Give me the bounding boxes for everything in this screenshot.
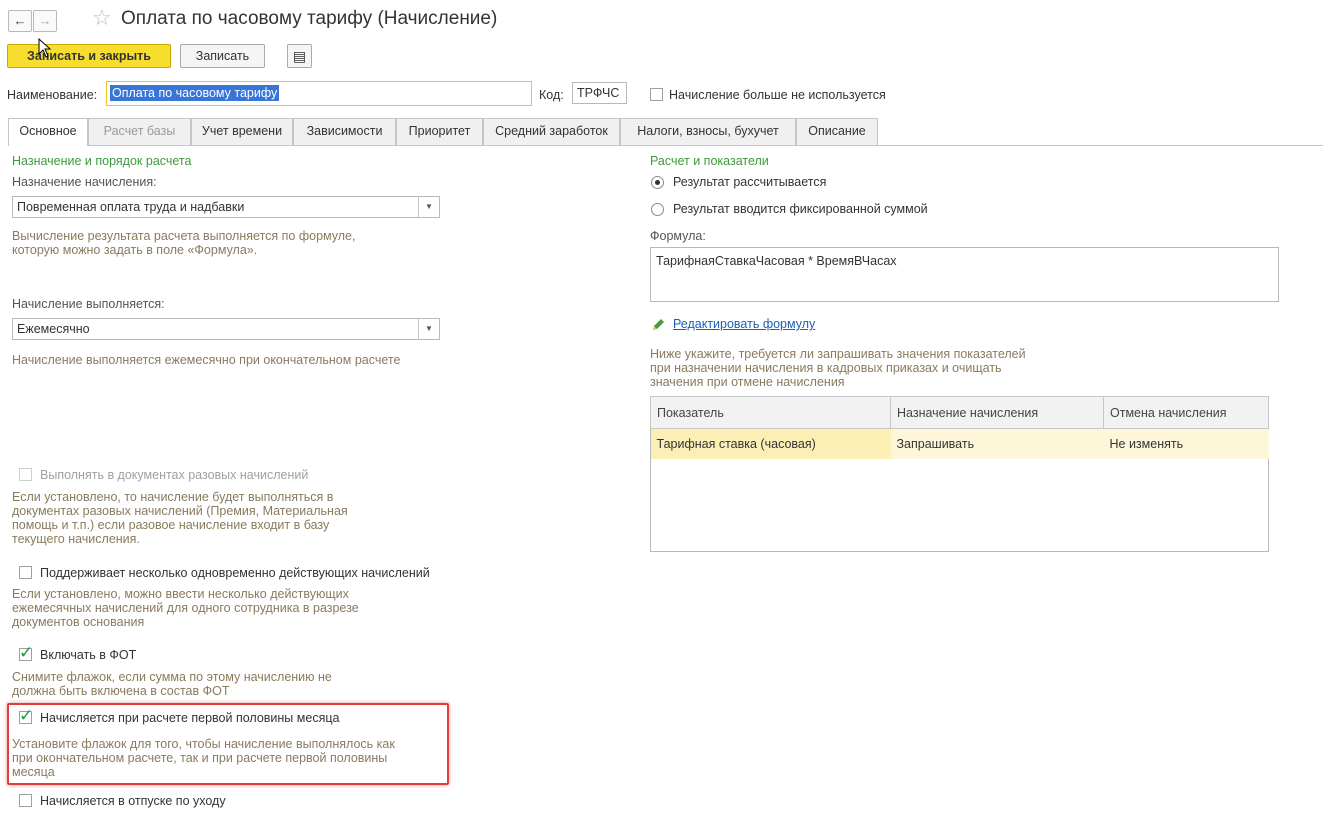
period-select[interactable]: Ежемесячно ▼ bbox=[12, 318, 440, 340]
radio-calculated[interactable] bbox=[651, 176, 664, 189]
unused-label: Начисление больше не используется bbox=[669, 88, 886, 102]
firsthalf-label: Начисляется при расчете первой половины … bbox=[40, 711, 340, 725]
checkmark-icon: ✓ bbox=[19, 643, 34, 662]
table-cell[interactable]: Запрашивать bbox=[890, 428, 1104, 459]
report-button[interactable]: ▤ bbox=[287, 44, 312, 68]
back-button[interactable]: ← bbox=[8, 10, 32, 32]
fot-checkbox[interactable]: ✓ bbox=[19, 644, 33, 661]
column-header[interactable]: Назначение начисления bbox=[890, 396, 1104, 429]
multi-label: Поддерживает несколько одновременно дейс… bbox=[40, 566, 430, 580]
column-header[interactable]: Отмена начисления bbox=[1103, 396, 1269, 429]
forward-arrow-icon: → bbox=[38, 13, 52, 28]
name-input[interactable]: Оплата по часовому тарифу bbox=[106, 81, 532, 106]
firsthalf-checkbox[interactable]: ✓ bbox=[19, 707, 33, 724]
onetime-hint: Если установлено, то начисление будет вы… bbox=[12, 490, 348, 546]
onetime-checkbox[interactable] bbox=[19, 468, 32, 481]
section-title-calc: Расчет и показатели bbox=[650, 154, 769, 168]
section-title-purpose: Назначение и порядок расчета bbox=[12, 154, 192, 168]
tab-average-earnings[interactable]: Средний заработок bbox=[483, 118, 620, 145]
code-input[interactable]: ТРФЧС bbox=[572, 82, 627, 104]
tab-dependencies[interactable]: Зависимости bbox=[293, 118, 396, 145]
formula-textarea[interactable]: ТарифнаяСтавкаЧасовая * ВремяВЧасах bbox=[650, 247, 1279, 302]
tab-time-accounting[interactable]: Учет времени bbox=[191, 118, 293, 145]
leave-checkbox[interactable] bbox=[19, 794, 32, 807]
period-label: Начисление выполняется: bbox=[12, 297, 165, 311]
tab-base-calculation[interactable]: Расчет базы bbox=[88, 118, 191, 145]
purpose-hint: Вычисление результата расчета выполняетс… bbox=[12, 229, 356, 257]
formula-label: Формула: bbox=[650, 229, 706, 243]
table-cell[interactable]: Не изменять bbox=[1103, 428, 1269, 459]
onetime-label: Выполнять в документах разовых начислени… bbox=[40, 468, 309, 482]
name-input-value: Оплата по часовому тарифу bbox=[110, 85, 280, 101]
tab-main[interactable]: Основное bbox=[8, 118, 88, 146]
indicators-table: Показатель Назначение начисления Отмена … bbox=[650, 396, 1269, 459]
document-icon: ▤ bbox=[292, 48, 307, 64]
firsthalf-hint: Установите флажок для того, чтобы начисл… bbox=[12, 737, 395, 779]
indicators-hint: Ниже укажите, требуется ли запрашивать з… bbox=[650, 347, 1026, 389]
table-cell[interactable]: Тарифная ставка (часовая) bbox=[650, 428, 891, 459]
dropdown-arrow-icon[interactable]: ▼ bbox=[418, 197, 439, 217]
edit-formula-link[interactable]: Редактировать формулу bbox=[673, 317, 815, 331]
pencil-icon bbox=[653, 319, 664, 330]
leave-label: Начисляется в отпуске по уходу bbox=[40, 794, 226, 808]
multi-checkbox[interactable] bbox=[19, 566, 32, 579]
unused-checkbox[interactable] bbox=[650, 88, 663, 101]
table-row[interactable]: Тарифная ставка (часовая) Запрашивать Не… bbox=[650, 428, 1269, 459]
back-arrow-icon: ← bbox=[13, 13, 27, 28]
period-hint: Начисление выполняется ежемесячно при ок… bbox=[12, 353, 401, 367]
purpose-label: Назначение начисления: bbox=[12, 175, 157, 189]
tab-taxes[interactable]: Налоги, взносы, бухучет bbox=[620, 118, 796, 145]
period-select-value: Ежемесячно bbox=[17, 322, 90, 336]
checkmark-icon: ✓ bbox=[19, 706, 34, 725]
name-label: Наименование: bbox=[7, 88, 98, 102]
fot-hint: Снимите флажок, если сумма по этому начи… bbox=[12, 670, 332, 698]
dropdown-arrow-icon[interactable]: ▼ bbox=[418, 319, 439, 339]
purpose-select[interactable]: Повременная оплата труда и надбавки ▼ bbox=[12, 196, 440, 218]
column-header[interactable]: Показатель bbox=[650, 396, 891, 429]
tab-divider bbox=[8, 145, 1323, 146]
radio-fixed-label: Результат вводится фиксированной суммой bbox=[673, 202, 928, 216]
code-label: Код: bbox=[539, 88, 564, 102]
save-button[interactable]: Записать bbox=[180, 44, 265, 68]
tab-priority[interactable]: Приоритет bbox=[396, 118, 483, 145]
forward-button[interactable]: → bbox=[33, 10, 57, 32]
purpose-select-value: Повременная оплата труда и надбавки bbox=[17, 200, 245, 214]
page-title: Оплата по часовому тарифу (Начисление) bbox=[121, 8, 498, 29]
tab-description[interactable]: Описание bbox=[796, 118, 878, 145]
favorite-star-icon[interactable]: ☆ bbox=[92, 5, 112, 31]
radio-fixed[interactable] bbox=[651, 203, 664, 216]
fot-label: Включать в ФОТ bbox=[40, 648, 137, 662]
mouse-cursor-icon bbox=[38, 38, 52, 58]
radio-calculated-label: Результат рассчитывается bbox=[673, 175, 827, 189]
save-and-close-button[interactable]: Записать и закрыть bbox=[7, 44, 171, 68]
multi-hint: Если установлено, можно ввести несколько… bbox=[12, 587, 359, 629]
